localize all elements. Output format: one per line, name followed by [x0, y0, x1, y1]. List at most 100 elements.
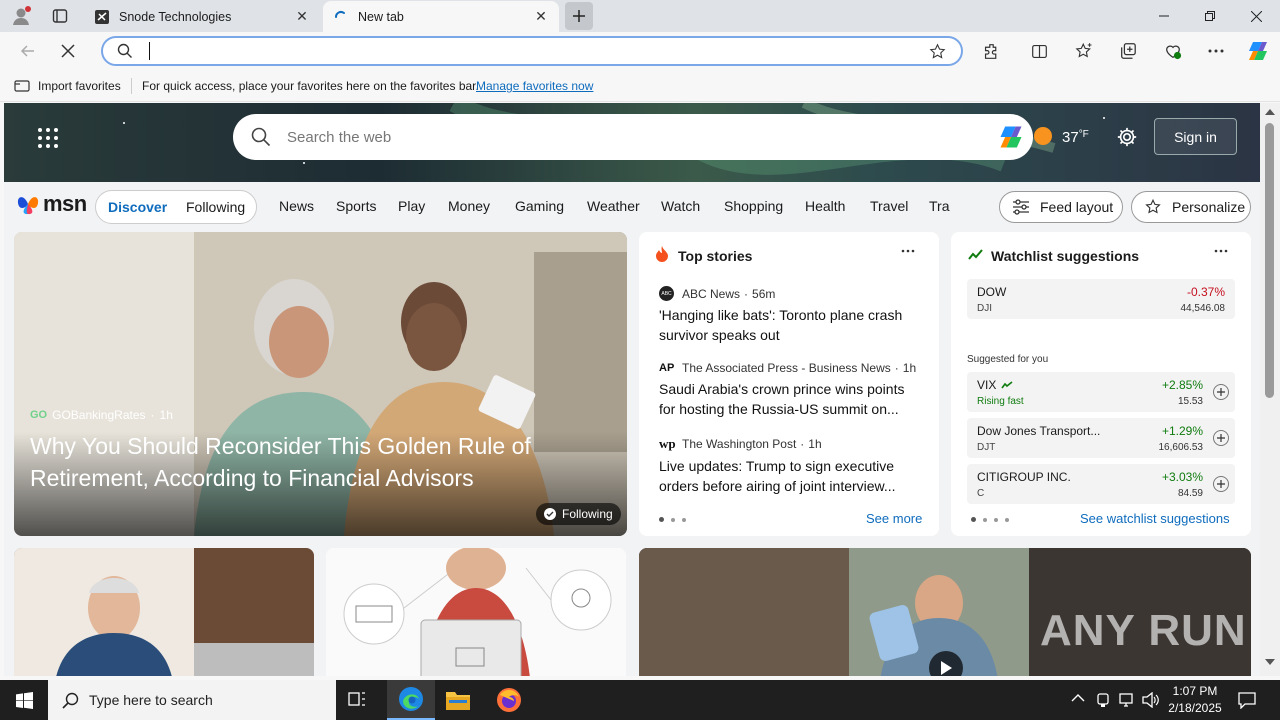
top-stories-card: Top stories ABC ABC News · 56m 'Hanging li…	[639, 232, 939, 536]
favorite-star-icon[interactable]	[929, 43, 946, 60]
task-view-icon[interactable]	[347, 690, 369, 710]
nav-sports[interactable]: Sports	[336, 198, 376, 214]
msn-search-box[interactable]: Search the web	[233, 114, 1033, 160]
personalize-button[interactable]: Personalize	[1131, 191, 1251, 223]
stop-loading-button[interactable]	[52, 36, 84, 66]
nav-gaming[interactable]: Gaming	[515, 198, 564, 214]
settings-gear-icon[interactable]	[1116, 126, 1138, 148]
show-hidden-icons[interactable]	[1071, 693, 1085, 703]
address-input[interactable]	[149, 42, 152, 60]
tab-actions-icon[interactable]	[52, 8, 68, 24]
tab-snode[interactable]: Snode Technologies ✕	[84, 1, 320, 32]
start-button[interactable]	[0, 680, 48, 720]
more-options-icon[interactable]	[901, 249, 915, 253]
watchlist-row-citigroup[interactable]: CITIGROUP INC. C +3.03% 84.59	[967, 464, 1235, 504]
nav-health[interactable]: Health	[805, 198, 845, 214]
copilot-icon[interactable]	[1242, 36, 1274, 66]
add-to-watchlist-button[interactable]	[1213, 476, 1229, 492]
tab-discover[interactable]: Discover	[108, 199, 167, 215]
top-story-item[interactable]: wp The Washington Post · 1h Live updates: …	[659, 436, 921, 496]
page-scrollbar[interactable]	[1260, 103, 1280, 676]
nav-shopping[interactable]: Shopping	[724, 198, 783, 214]
import-favorites-button[interactable]: Import favorites	[38, 79, 121, 93]
split-screen-icon[interactable]	[1023, 36, 1055, 66]
browser-essentials-icon[interactable]	[1157, 36, 1189, 66]
minimize-button[interactable]	[1141, 0, 1187, 32]
rising-icon	[1001, 381, 1013, 389]
see-watchlist-link[interactable]: See watchlist suggestions	[1080, 511, 1230, 526]
network-status-icon[interactable]	[1095, 692, 1111, 708]
favorites-bar: Import favorites For quick access, place…	[0, 70, 1280, 102]
scrollbar-thumb[interactable]	[1265, 123, 1274, 398]
hero-story-card[interactable]: GO GOBankingRates · 1h Why You Should Re…	[14, 232, 627, 536]
close-tab-icon[interactable]: ✕	[533, 8, 549, 25]
volume-icon[interactable]	[1142, 692, 1160, 708]
sign-in-button[interactable]: Sign in	[1154, 118, 1237, 155]
story-headline[interactable]: 'Hanging like bats': Toronto plane crash…	[659, 305, 921, 345]
nav-money[interactable]: Money	[448, 198, 490, 214]
taskbar-search-box[interactable]: Type here to search	[48, 680, 336, 720]
ethernet-icon[interactable]	[1118, 692, 1136, 708]
nav-news[interactable]: News	[279, 198, 314, 214]
more-options-icon[interactable]	[1214, 249, 1228, 253]
copilot-search-icon[interactable]	[997, 123, 1025, 151]
close-window-button[interactable]	[1233, 0, 1279, 32]
taskbar-search-input[interactable]: Type here to search	[89, 692, 213, 708]
search-icon	[117, 43, 133, 59]
add-to-watchlist-button[interactable]	[1213, 384, 1229, 400]
nav-watch[interactable]: Watch	[661, 198, 700, 214]
new-tab-button[interactable]	[565, 2, 593, 30]
apps-launcher-icon[interactable]	[37, 127, 59, 149]
file-explorer-icon[interactable]	[445, 688, 471, 712]
weather-sun-icon[interactable]	[1034, 127, 1052, 145]
watchlist-row-vix[interactable]: VIX Rising fast +2.85% 15.53	[967, 372, 1235, 412]
firefox-icon[interactable]	[496, 687, 522, 713]
extensions-icon[interactable]	[975, 36, 1007, 66]
notifications-icon[interactable]	[1238, 691, 1256, 709]
hero-source-name: GOBankingRates	[52, 408, 146, 422]
nav-traffic[interactable]: Tra	[929, 198, 951, 214]
taskbar-edge-button[interactable]	[387, 680, 435, 720]
feed-layout-button[interactable]: Feed layout	[999, 191, 1123, 223]
address-bar[interactable]	[101, 36, 963, 66]
windows-taskbar: Type here to search 1:07 PM 2/18/2025	[0, 680, 1280, 720]
story-source: ABC ABC News · 56m	[659, 286, 921, 301]
top-story-item[interactable]: ABC ABC News · 56m 'Hanging like bats': To…	[659, 286, 921, 345]
watchlist-row-dow[interactable]: DOW DJI -0.37% 44,546.08	[967, 279, 1235, 319]
add-to-watchlist-button[interactable]	[1213, 430, 1229, 446]
favorites-icon[interactable]	[1068, 36, 1100, 66]
more-options-icon[interactable]	[1200, 36, 1232, 66]
manage-favorites-link[interactable]: Manage favorites now	[476, 79, 593, 93]
weather-temperature[interactable]: 37°F	[1062, 129, 1089, 146]
story-headline[interactable]: Saudi Arabia's crown prince wins points …	[659, 379, 921, 419]
watchlist-row-djt[interactable]: Dow Jones Transport... DJT +1.29% 16,606…	[967, 418, 1235, 458]
close-tab-icon[interactable]: ✕	[294, 8, 310, 25]
nav-weather[interactable]: Weather	[587, 198, 640, 214]
story-headline[interactable]: Live updates: Trump to sign executive or…	[659, 456, 921, 496]
top-story-item[interactable]: AP The Associated Press - Business News ·…	[659, 361, 921, 419]
carousel-dots[interactable]	[971, 517, 1009, 522]
tab-new[interactable]: New tab ✕	[323, 1, 559, 32]
personalize-icon	[1145, 198, 1161, 214]
carousel-dots[interactable]	[659, 517, 686, 522]
abc-logo: ABC	[659, 286, 674, 301]
collections-icon[interactable]	[1112, 36, 1144, 66]
story-card-retirement[interactable]	[14, 548, 314, 676]
see-more-link[interactable]: See more	[866, 511, 922, 526]
following-badge[interactable]: Following	[536, 503, 621, 525]
scroll-down-icon[interactable]	[1265, 659, 1275, 667]
nav-play[interactable]: Play	[398, 198, 425, 214]
story-card-tech[interactable]	[326, 548, 626, 676]
nav-travel[interactable]: Travel	[870, 198, 908, 214]
back-button[interactable]	[12, 36, 44, 66]
clock[interactable]: 1:07 PM 2/18/2025	[1166, 683, 1224, 717]
stock-name: VIX	[977, 378, 1013, 392]
hero-headline[interactable]: Why You Should Reconsider This Golden Ru…	[30, 430, 590, 494]
profile-icon[interactable]	[10, 5, 32, 27]
msn-logo[interactable]: msn	[16, 191, 87, 217]
clock-date: 2/18/2025	[1168, 701, 1222, 715]
scroll-up-icon[interactable]	[1265, 107, 1275, 115]
restore-button[interactable]	[1187, 0, 1233, 32]
msn-search-input[interactable]: Search the web	[287, 129, 997, 146]
tab-following[interactable]: Following	[186, 199, 245, 215]
